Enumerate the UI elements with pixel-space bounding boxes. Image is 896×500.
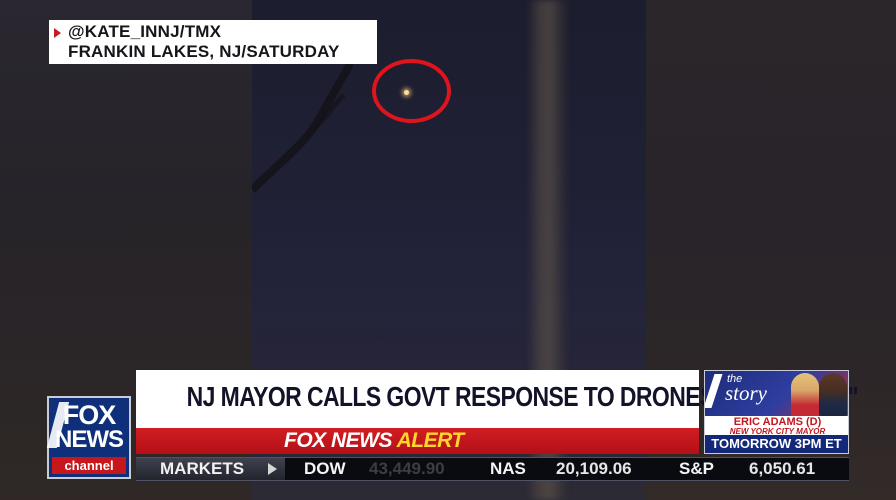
ticker-value-sp: 6,050.61 <box>749 459 816 478</box>
ticker-name-sp: S&P <box>679 459 714 478</box>
credit-location: FRANKIN LAKES, NJ/SATURDAY <box>68 42 340 61</box>
promo-header: the story <box>705 371 848 416</box>
promo-logo-slash <box>705 374 723 408</box>
fox-news-logo: FOX NEWS channel <box>46 396 131 479</box>
ticker-value-nas: 20,109.06 <box>556 459 632 478</box>
headline-banner: NJ MAYOR CALLS GOVT RESPONSE TO DRONES "… <box>136 370 859 428</box>
alert-label: FOX NEWS ALERT <box>284 429 464 453</box>
play-arrow-icon <box>268 463 277 475</box>
markets-label: MARKETS <box>160 459 245 478</box>
logo-news: NEWS <box>55 426 124 453</box>
promo-airtime: TOMORROW 3PM ET <box>705 435 848 453</box>
ticker-name-dow: DOW <box>304 459 346 478</box>
host-photo <box>791 373 819 416</box>
drone-light <box>404 90 409 95</box>
drone-highlight-circle <box>372 59 451 123</box>
logo-channel: channel <box>52 457 126 474</box>
broadcast-frame: @KATE_INNJ/TMX FRANKIN LAKES, NJ/SATURDA… <box>0 0 896 500</box>
show-promo: the story ERIC ADAMS (D) NEW YORK CITY M… <box>704 370 849 454</box>
credit-handle: @KATE_INNJ/TMX <box>68 22 222 41</box>
promo-story: story <box>725 381 767 405</box>
ticker-name-nas: NAS <box>490 459 526 478</box>
headline-text: NJ MAYOR CALLS GOVT RESPONSE TO DRONES "… <box>186 381 859 412</box>
alert-bar: FOX NEWS ALERT <box>136 428 699 454</box>
video-credit: @KATE_INNJ/TMX FRANKIN LAKES, NJ/SATURDA… <box>49 20 377 64</box>
alert-prefix: FOX NEWS <box>284 429 393 452</box>
alert-word: ALERT <box>396 429 465 452</box>
markets-tab: MARKETS <box>136 458 285 480</box>
market-ticker: MARKETS DOW 43,449.90 NAS 20,109.06 S&P … <box>136 457 849 481</box>
guest-photo <box>819 373 847 416</box>
credit-arrow-icon <box>54 28 61 38</box>
ticker-value-dow: 43,449.90 <box>369 459 445 478</box>
